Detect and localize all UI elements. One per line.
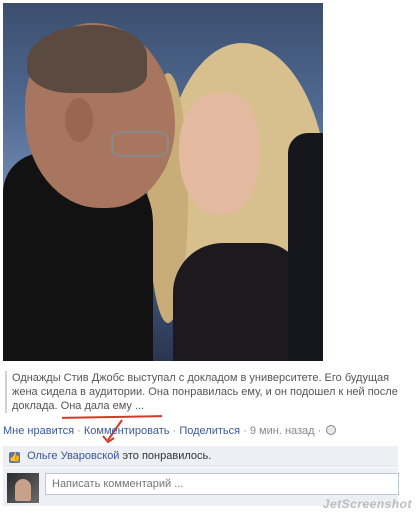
separator: · (317, 425, 322, 437)
comment-input[interactable] (45, 473, 399, 495)
photo-woman-face (179, 93, 259, 215)
photo-glasses (111, 131, 169, 157)
share-link[interactable]: Поделиться (179, 425, 240, 437)
separator: · (243, 425, 247, 437)
comment-link[interactable]: Комментировать (84, 425, 170, 437)
separator: · (172, 425, 177, 437)
photo-man-ear (65, 98, 93, 142)
liker-name-link[interactable]: Ольге Уваровской (27, 450, 119, 462)
post-photo[interactable] (3, 3, 323, 361)
photo-woman-body (173, 243, 303, 361)
post-actions: Мне нравится · Комментировать · Поделить… (3, 425, 337, 437)
photo-background-person (288, 133, 323, 361)
avatar-face (15, 479, 31, 501)
like-link[interactable]: Мне нравится (3, 425, 74, 437)
watermark: JetScreenshot (322, 497, 412, 511)
post-timestamp[interactable]: 9 мин. назад (250, 425, 315, 437)
post-text: Однажды Стив Джобс выступал с докладом в… (5, 371, 400, 413)
likes-bar: 👍 Ольге Уваровской это понравилось. (3, 446, 398, 467)
photo-man-hair (27, 25, 147, 93)
avatar[interactable] (7, 473, 39, 503)
likes-suffix: это понравилось. (122, 450, 212, 462)
thumbs-up-icon: 👍 (9, 452, 21, 463)
separator: · (77, 425, 81, 437)
globe-icon[interactable] (326, 425, 337, 435)
